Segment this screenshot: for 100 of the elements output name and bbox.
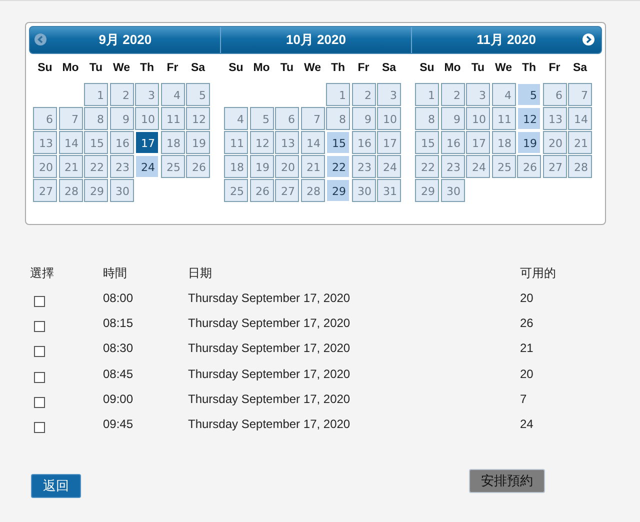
day-cell[interactable]: 17 xyxy=(135,131,159,154)
day-cell: 9 xyxy=(352,107,376,130)
day-cell: 17 xyxy=(377,131,401,154)
weekday-label: Su xyxy=(228,61,244,76)
weekday-label: Th xyxy=(330,61,346,76)
day-cell: 25 xyxy=(160,155,184,178)
checkbox[interactable] xyxy=(34,346,45,358)
column-header: 時間 xyxy=(103,265,128,282)
day-cell: 26 xyxy=(186,155,210,178)
day-cell: 10 xyxy=(135,107,159,130)
weekday-label: We xyxy=(494,61,514,76)
day-cell: 3 xyxy=(135,83,159,106)
day-cell: 19 xyxy=(250,155,274,178)
day-cell: 7 xyxy=(568,83,592,106)
weekday-label: Tu xyxy=(88,61,104,76)
day-cell: 22 xyxy=(84,155,108,178)
day-cell[interactable]: 15 xyxy=(326,131,350,154)
day-cell: 2 xyxy=(352,83,376,106)
day-cell: 24 xyxy=(377,155,401,178)
day-cell: 25 xyxy=(492,155,516,178)
day-cell: 7 xyxy=(58,107,82,130)
day-cell: 24 xyxy=(466,155,490,178)
day-cell[interactable]: 29 xyxy=(326,179,350,202)
day-cell: 20 xyxy=(542,131,566,154)
day-cell: 26 xyxy=(517,155,541,178)
date-cell-text: Thursday September 17, 2020 xyxy=(188,366,352,381)
day-cell: 4 xyxy=(492,83,516,106)
day-cell: 4 xyxy=(160,83,184,106)
day-cell: 23 xyxy=(440,155,464,178)
available-cell-text: 7 xyxy=(520,392,528,406)
day-cell: 16 xyxy=(110,131,134,154)
month-title: 11月 2020 xyxy=(476,31,536,49)
day-cell[interactable]: 24 xyxy=(135,155,159,178)
previous-icon[interactable] xyxy=(34,33,47,46)
day-cell: 1 xyxy=(84,83,108,106)
day-cell[interactable]: 22 xyxy=(326,155,350,178)
day-cell: 10 xyxy=(466,107,490,130)
column-header: 可用的 xyxy=(520,265,557,282)
day-cell: 14 xyxy=(300,131,324,154)
available-cell-text: 24 xyxy=(520,416,534,431)
checkbox[interactable] xyxy=(34,296,45,307)
weekday-label: Fr xyxy=(548,61,562,76)
day-cell: 12 xyxy=(186,107,210,130)
back-button[interactable]: 返回 xyxy=(31,474,81,498)
day-cell: 9 xyxy=(110,107,134,130)
schedule-button[interactable]: 安排預約 xyxy=(469,469,545,494)
checkbox[interactable] xyxy=(34,422,45,433)
day-cell: 21 xyxy=(300,155,324,178)
day-cell: 12 xyxy=(250,131,274,154)
day-cell: 13 xyxy=(275,131,299,154)
day-cell: 23 xyxy=(110,155,134,178)
weekday-label: We xyxy=(112,61,132,76)
day-cell[interactable]: 12 xyxy=(517,107,541,130)
available-cell-text: 20 xyxy=(520,291,534,305)
day-cell: 29 xyxy=(84,179,108,202)
time-cell-text: 09:45 xyxy=(103,416,134,431)
weekday-label: Sa xyxy=(380,61,398,76)
day-cell: 29 xyxy=(415,179,439,202)
day-cell: 20 xyxy=(33,155,57,178)
weekday-label: Fr xyxy=(356,61,370,76)
day-cell: 14 xyxy=(58,131,82,154)
day-cell: 14 xyxy=(568,107,592,130)
checkbox[interactable] xyxy=(34,396,45,408)
day-cell: 28 xyxy=(300,179,324,202)
weekday-label: Tu xyxy=(279,61,295,76)
checkbox[interactable] xyxy=(34,372,45,383)
weekday-label: Tu xyxy=(470,61,486,76)
weekday-label: Fr xyxy=(166,61,180,76)
day-cell: 15 xyxy=(84,131,108,154)
month-title: 9月 2020 xyxy=(98,31,152,49)
checkbox[interactable] xyxy=(34,321,45,332)
day-cell: 27 xyxy=(542,155,566,178)
weekday-label: Mo xyxy=(252,61,271,76)
day-cell: 27 xyxy=(33,179,57,202)
day-cell: 30 xyxy=(352,179,376,202)
day-cell: 15 xyxy=(415,131,439,154)
next-icon[interactable] xyxy=(582,33,595,46)
day-cell: 10 xyxy=(377,107,401,130)
day-cell: 20 xyxy=(275,155,299,178)
day-cell[interactable]: 19 xyxy=(517,131,541,154)
day-cell: 5 xyxy=(250,107,274,130)
weekday-label: Su xyxy=(36,61,54,76)
day-cell: 6 xyxy=(33,107,57,130)
day-cell: 9 xyxy=(440,107,464,130)
day-cell: 3 xyxy=(466,83,490,106)
day-cell: 28 xyxy=(58,179,82,202)
weekday-label: Th xyxy=(520,61,538,76)
day-cell[interactable]: 5 xyxy=(517,83,541,106)
day-cell: 5 xyxy=(186,83,210,106)
day-cell: 18 xyxy=(160,131,184,154)
day-cell: 27 xyxy=(275,179,299,202)
weekday-label: Sa xyxy=(190,61,206,76)
column-header: 選擇 xyxy=(30,265,55,282)
time-cell-text: 08:00 xyxy=(103,291,134,305)
weekday-label: Th xyxy=(138,61,156,76)
day-cell: 17 xyxy=(466,131,490,154)
day-cell: 30 xyxy=(440,179,464,202)
date-cell-text: Thursday September 17, 2020 xyxy=(188,291,352,305)
date-cell-text: Thursday September 17, 2020 xyxy=(188,392,352,406)
weekday-label: Mo xyxy=(443,61,462,76)
